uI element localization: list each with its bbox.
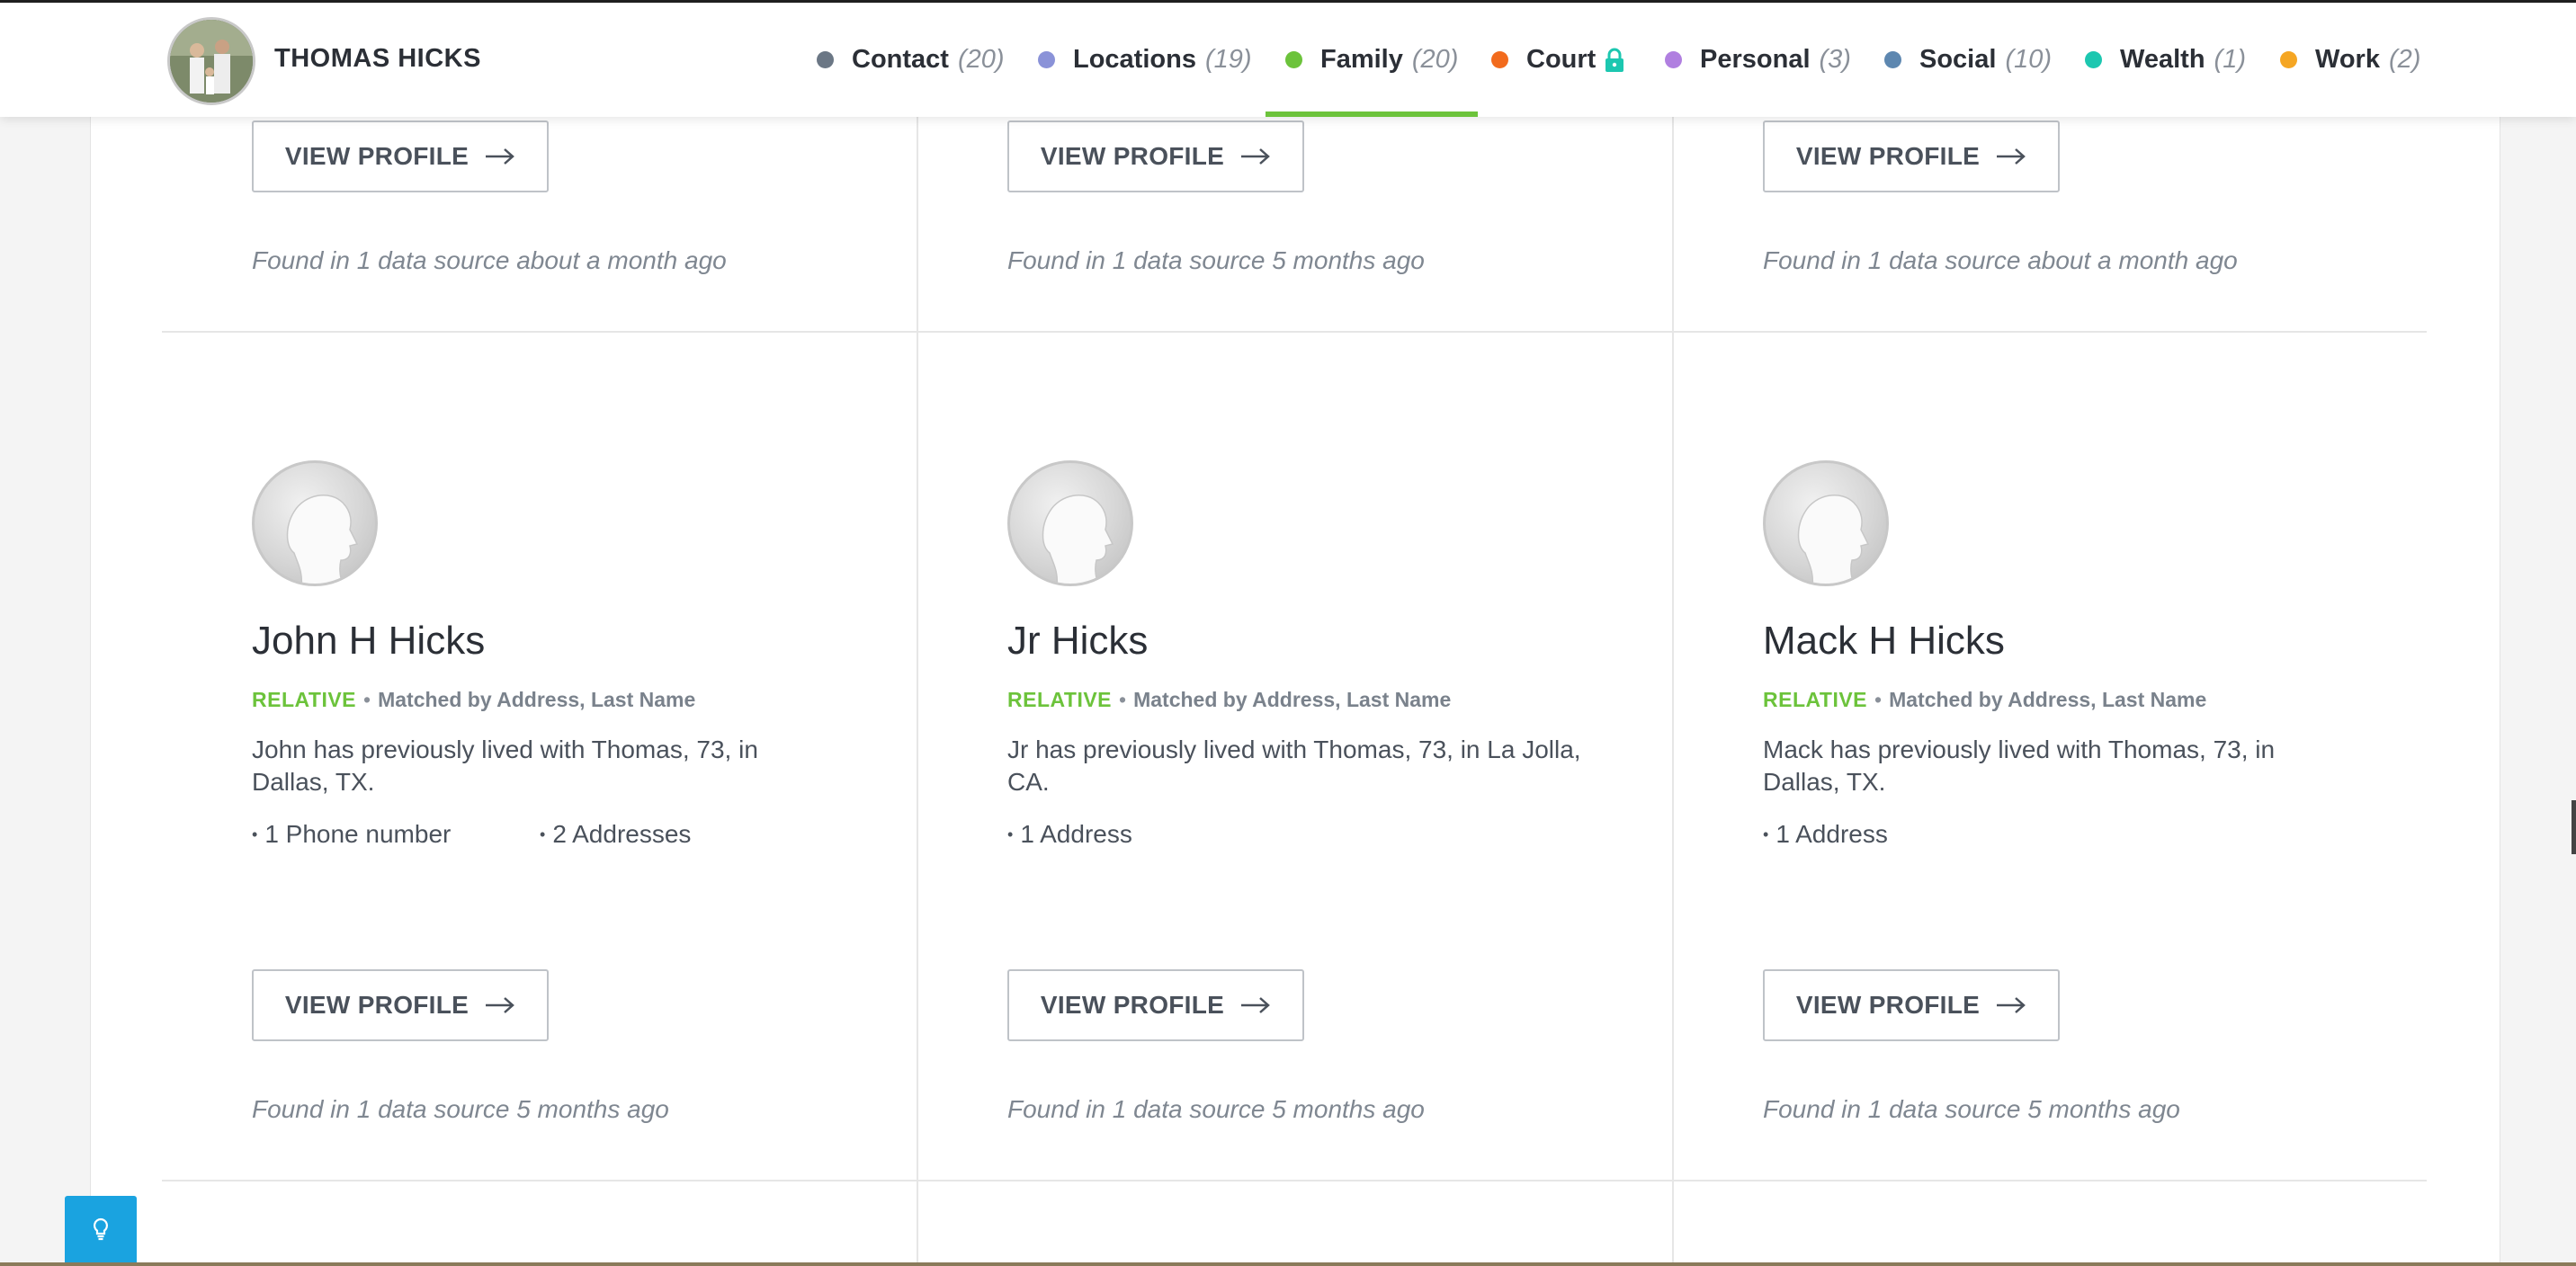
tab-contact[interactable]: Contact (20) <box>817 3 1005 117</box>
found-note: Found in 1 data source 5 months ago <box>252 1095 669 1123</box>
tab-label: Contact <box>852 45 949 74</box>
arrow-right-icon <box>485 996 515 1014</box>
relation-badge: RELATIVE <box>1763 688 1868 711</box>
tab-label: Locations <box>1073 45 1196 74</box>
top-header: THOMAS HICKS Contact (20) Locations (19)… <box>0 0 2576 117</box>
help-button[interactable] <box>65 1196 137 1266</box>
match-reason: Matched by Address, Last Name <box>1133 688 1452 711</box>
match-info: RELATIVE • Matched by Address, Last Name <box>1007 688 1452 711</box>
fact-item: 2 Addresses <box>540 820 691 849</box>
fact-item: 1 Address <box>1007 820 1132 849</box>
relation-badge: RELATIVE <box>1007 688 1113 711</box>
person-placeholder-avatar <box>252 460 378 586</box>
view-profile-button[interactable]: VIEW PROFILE <box>252 120 549 192</box>
person-description: Jr has previously lived with Thomas, 73,… <box>1007 736 1581 796</box>
tab-count: (20) <box>957 45 1005 74</box>
fact-item: 1 Address <box>1763 820 1888 849</box>
tab-court[interactable]: Court <box>1491 3 1624 117</box>
view-profile-button[interactable]: VIEW PROFILE <box>1763 120 2060 192</box>
status-dot <box>1285 51 1302 68</box>
tab-label: Work <box>2315 45 2380 74</box>
found-note: Found in 1 data source 5 months ago <box>1007 246 1425 274</box>
arrow-right-icon <box>1996 147 2026 165</box>
arrow-right-icon <box>1996 996 2026 1014</box>
lock-icon <box>1605 48 1624 73</box>
status-dot <box>1884 51 1901 68</box>
found-note: Found in 1 data source about a month ago <box>1763 246 2238 274</box>
tab-count: (1) <box>2214 45 2246 74</box>
person-name[interactable]: Jr Hicks <box>1007 619 1148 664</box>
column-divider <box>917 117 918 1266</box>
person-description: Mack has previously lived with Thomas, 7… <box>1763 736 2276 796</box>
tab-wealth[interactable]: Wealth (1) <box>2085 3 2246 117</box>
match-reason: Matched by Address, Last Name <box>1889 688 2207 711</box>
button-label: VIEW PROFILE <box>1040 142 1225 170</box>
match-info: RELATIVE • Matched by Address, Last Name <box>252 688 696 711</box>
tab-locations[interactable]: Locations (19) <box>1038 3 1252 117</box>
arrow-right-icon <box>1240 996 1271 1014</box>
match-reason: Matched by Address, Last Name <box>378 688 696 711</box>
person-placeholder-avatar <box>1007 460 1133 586</box>
status-dot <box>1038 51 1055 68</box>
tab-personal[interactable]: Personal (3) <box>1665 3 1851 117</box>
button-label: VIEW PROFILE <box>284 142 470 170</box>
tab-social[interactable]: Social (10) <box>1884 3 2052 117</box>
view-profile-button[interactable]: VIEW PROFILE <box>1763 969 2060 1041</box>
view-profile-button[interactable]: VIEW PROFILE <box>1007 120 1304 192</box>
tab-count: (10) <box>2005 45 2053 74</box>
person-name[interactable]: Mack H Hicks <box>1763 619 2005 664</box>
row-divider <box>162 331 2427 333</box>
tab-label: Family <box>1320 45 1403 74</box>
found-note: Found in 1 data source 5 months ago <box>1007 1095 1425 1123</box>
tab-work[interactable]: Work (2) <box>2280 3 2420 117</box>
lightbulb-icon <box>91 1217 111 1246</box>
found-note: Found in 1 data source 5 months ago <box>1763 1095 2180 1123</box>
tab-label: Wealth <box>2120 45 2205 74</box>
button-label: VIEW PROFILE <box>284 991 470 1019</box>
view-profile-button[interactable]: VIEW PROFILE <box>1007 969 1304 1041</box>
tab-label: Personal <box>1700 45 1811 74</box>
status-dot <box>1491 51 1508 68</box>
scrollbar-thumb[interactable] <box>2572 800 2576 854</box>
button-label: VIEW PROFILE <box>1040 991 1225 1019</box>
tab-count: (19) <box>1204 45 1252 74</box>
status-dot <box>2280 51 2297 68</box>
status-dot <box>1665 51 1682 68</box>
arrow-right-icon <box>485 147 515 165</box>
tab-count: (3) <box>1819 45 1851 74</box>
window-bottom-edge <box>0 1262 2576 1266</box>
status-dot <box>2085 51 2102 68</box>
tab-label: Court <box>1526 45 1597 74</box>
category-nav: Contact (20) Locations (19) Family (20) … <box>0 3 2576 117</box>
tab-count: (2) <box>2388 45 2421 74</box>
fact-item: 1 Phone number <box>252 820 451 849</box>
row-divider <box>162 1180 2427 1181</box>
button-label: VIEW PROFILE <box>1795 142 1981 170</box>
column-divider <box>1672 117 1674 1266</box>
match-info: RELATIVE • Matched by Address, Last Name <box>1763 688 2207 711</box>
found-note: Found in 1 data source about a month ago <box>252 246 727 274</box>
person-placeholder-avatar <box>1763 460 1889 586</box>
person-description: John has previously lived with Thomas, 7… <box>252 736 758 796</box>
button-label: VIEW PROFILE <box>1795 991 1981 1019</box>
view-profile-button[interactable]: VIEW PROFILE <box>252 969 549 1041</box>
tab-label: Social <box>1919 45 1997 74</box>
arrow-right-icon <box>1240 147 1271 165</box>
status-dot <box>817 51 834 68</box>
person-name[interactable]: John H Hicks <box>252 619 485 664</box>
tab-count: (20) <box>1411 45 1459 74</box>
tab-family[interactable]: Family (20) <box>1265 3 1479 117</box>
relation-badge: RELATIVE <box>252 688 357 711</box>
